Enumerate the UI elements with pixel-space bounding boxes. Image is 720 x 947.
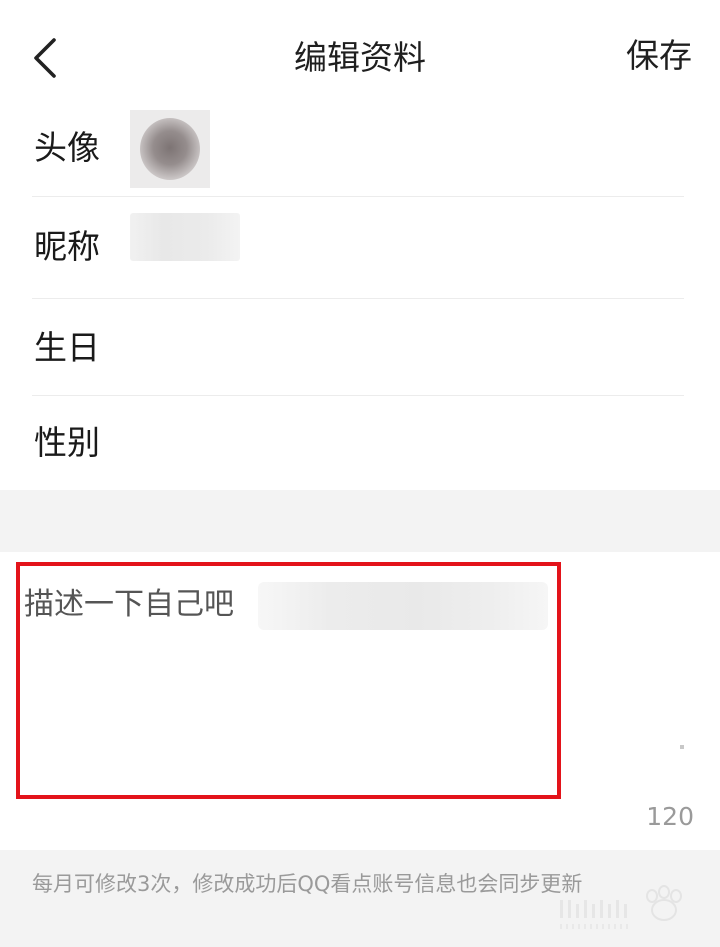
avatar-label: 头像 — [34, 128, 100, 167]
bio-value-redacted — [258, 582, 548, 630]
nickname-value-redacted — [130, 213, 240, 261]
page-title: 编辑资料 — [294, 38, 426, 77]
avatar-image — [140, 118, 200, 180]
gender-label: 性别 — [34, 423, 100, 462]
birthday-row[interactable]: 生日 — [32, 299, 684, 396]
avatar-row[interactable]: 头像 — [32, 100, 684, 197]
avatar[interactable] — [130, 110, 210, 188]
save-button[interactable]: 保存 — [626, 34, 692, 78]
char-count: 120 — [646, 802, 694, 831]
gender-row[interactable]: 性别 — [32, 396, 684, 490]
nickname-row[interactable]: 昵称 — [32, 197, 684, 299]
resize-handle — [680, 745, 684, 749]
nickname-label: 昵称 — [34, 227, 100, 266]
watermark-logo — [560, 885, 682, 929]
bio-placeholder[interactable]: 描述一下自己吧 — [24, 584, 234, 626]
footer-note: 每月可修改3次，修改成功后QQ看点账号信息也会同步更新 — [32, 872, 583, 896]
birthday-label: 生日 — [34, 328, 100, 367]
section-divider — [0, 490, 720, 552]
top-bar: 编辑资料 保存 — [0, 0, 720, 112]
